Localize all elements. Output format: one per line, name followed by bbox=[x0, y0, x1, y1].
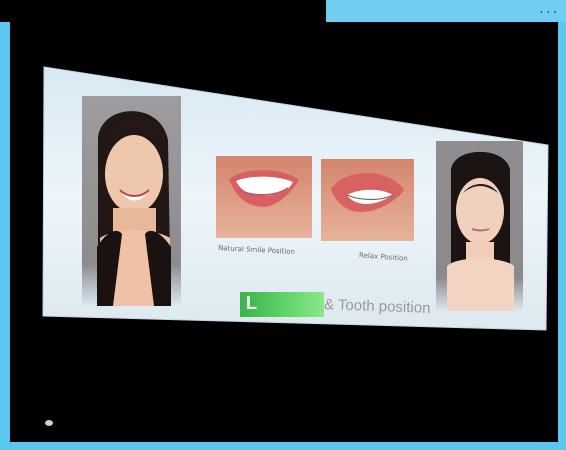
left-portrait-photo bbox=[82, 96, 181, 306]
floor-light-spot bbox=[45, 420, 53, 426]
headline-green-box-letter: L bbox=[246, 293, 257, 313]
projection-stage: L Natural Smile Position Relax Position … bbox=[10, 22, 558, 442]
right-portrait-photo bbox=[436, 141, 523, 311]
presentation-slide bbox=[42, 66, 549, 331]
top-bar-text: ... bbox=[539, 2, 560, 16]
natural-smile-photo bbox=[216, 156, 312, 238]
top-bar: ... bbox=[326, 0, 566, 22]
relax-position-photo bbox=[321, 159, 414, 241]
